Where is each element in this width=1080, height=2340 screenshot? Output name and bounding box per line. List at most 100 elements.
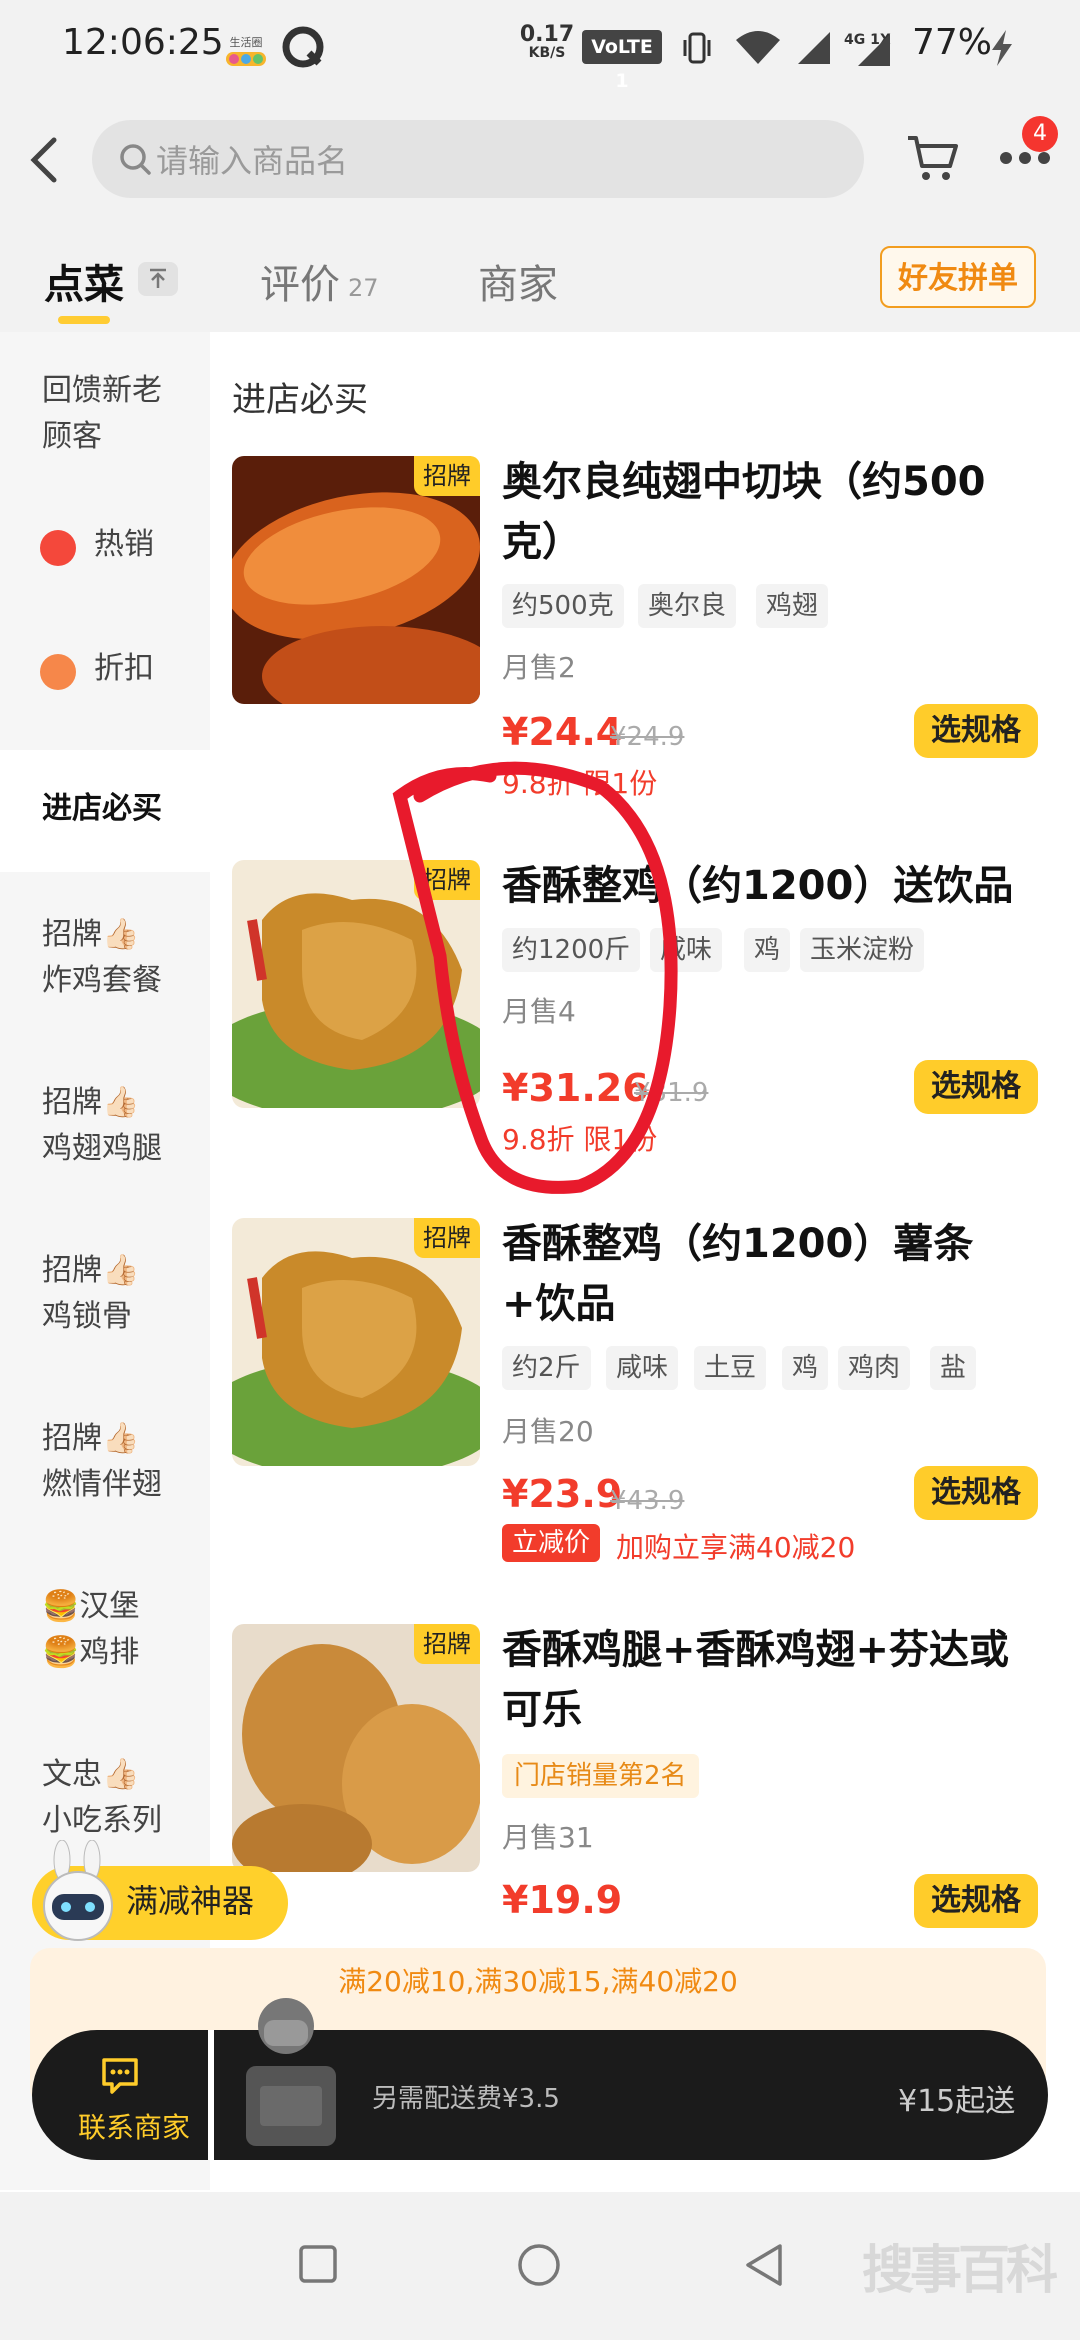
chat-icon <box>102 2058 138 2094</box>
status-time: 12:06:25 <box>62 22 224 63</box>
signal-4g-icon: 4G 1X <box>844 32 891 66</box>
sidebar-item-wings-legs[interactable]: 招牌👍🏻 鸡翅鸡腿 <box>0 1080 210 1180</box>
sidebar-item-label: 招牌👍🏻 <box>42 1085 140 1120</box>
product-price: ¥19.9 <box>502 1878 623 1922</box>
sidebar-item-label: 鸡锁骨 <box>42 1299 132 1334</box>
select-spec-button[interactable]: 选规格 <box>914 1060 1038 1114</box>
fire-icon <box>40 530 76 566</box>
signature-badge: 招牌 <box>414 1218 480 1258</box>
sidebar-item-label: 招牌👍🏻 <box>42 1253 140 1288</box>
product-title[interactable]: 香酥整鸡（约1200）送饮品 <box>502 856 1042 916</box>
sidebar-item-label: 🍔汉堡 <box>42 1589 140 1624</box>
product-title[interactable]: 香酥整鸡（约1200）薯条+饮品 <box>502 1214 1042 1334</box>
pin-top-icon[interactable] <box>138 262 178 296</box>
sidebar-item-discount[interactable]: 折扣 <box>0 646 210 696</box>
original-price: ¥31.9 <box>634 1078 709 1108</box>
signature-badge: 招牌 <box>414 456 480 496</box>
battery-percent: 77% <box>912 22 993 63</box>
courier-icon <box>246 1998 336 2146</box>
product-title[interactable]: 奥尔良纯翅中切块（约500克） <box>502 452 1042 572</box>
tab-order[interactable]: 点菜 <box>44 252 124 310</box>
sidebar-item-label: 招牌👍🏻 <box>42 917 140 952</box>
sidebar-item-label: 小吃系列 <box>42 1803 162 1838</box>
sidebar-item-label: 炸鸡套餐 <box>42 963 162 998</box>
search-placeholder: 请输入商品名 <box>156 142 349 180</box>
product-tag: 奥尔良 <box>638 584 737 628</box>
monthly-sales: 月售4 <box>502 995 576 1028</box>
delivery-fee: 另需配送费¥3.5 <box>372 2084 560 2114</box>
speed-value: 0.17 <box>519 22 575 47</box>
sidebar-item-burger[interactable]: 🍔汉堡 🍔鸡排 <box>0 1584 210 1684</box>
back-arrow-icon[interactable] <box>20 130 70 190</box>
product-tag: 鸡 <box>744 928 791 972</box>
select-spec-button[interactable]: 选规格 <box>914 704 1038 758</box>
life-circle-app-icon: 生活圈 <box>226 35 266 66</box>
sidebar-item-hot[interactable]: 热销 <box>0 522 210 572</box>
sidebar-item-collarbone[interactable]: 招牌👍🏻 鸡锁骨 <box>0 1248 210 1348</box>
vibrate-icon <box>683 32 711 64</box>
cart-icon[interactable] <box>906 132 960 184</box>
sidebar-item-label: 鸡翅鸡腿 <box>42 1131 162 1166</box>
original-price: ¥24.9 <box>610 722 685 752</box>
sidebar-item-wings-mix[interactable]: 招牌👍🏻 燃情伴翅 <box>0 1416 210 1516</box>
select-spec-button[interactable]: 选规格 <box>914 1466 1038 1520</box>
tab-reviews[interactable]: 评价 <box>260 252 340 310</box>
sidebar-item-label: 🍔鸡排 <box>42 1635 140 1670</box>
cart-bar-divider <box>208 2030 214 2160</box>
speed-unit: KB/S <box>528 45 566 61</box>
sidebar-item-chicken-combo[interactable]: 招牌👍🏻 炸鸡套餐 <box>0 912 210 1012</box>
charging-icon <box>992 30 1012 66</box>
network-speed: 0.17 KB/S <box>512 22 582 61</box>
sidebar-item-label: 进店必买 <box>42 791 162 826</box>
rabbit-mascot-icon <box>43 1840 113 1941</box>
app-icon-text: 生活圈 <box>230 35 263 49</box>
sidebar-item-label: 回馈新老 <box>42 373 162 408</box>
sidebar-item-feedback[interactable]: 回馈新老 顾客 <box>0 368 210 468</box>
product-tag: 土豆 <box>694 1346 767 1390</box>
discount-helper-label: 满减神器 <box>126 1882 255 1920</box>
sidebar-item-label: 热销 <box>94 527 154 562</box>
product-tag: 约500克 <box>502 584 624 628</box>
tab-merchant[interactable]: 商家 <box>478 252 558 310</box>
promo-text: 9.8折 限1份 <box>502 767 658 800</box>
sales-rank-tag: 门店销量第2名 <box>502 1754 699 1798</box>
discount-icon <box>40 654 76 690</box>
select-spec-button[interactable]: 选规格 <box>914 1874 1038 1928</box>
product-tag: 鸡肉 <box>838 1346 911 1390</box>
promo-text: 9.8折 限1份 <box>502 1123 658 1156</box>
sidebar-item-label: 顾客 <box>42 419 102 454</box>
sidebar-item-label: 折扣 <box>94 651 154 686</box>
volte-indicator: VoLTE 1 <box>582 30 662 92</box>
monthly-sales: 月售20 <box>502 1415 594 1448</box>
more-icon[interactable] <box>998 150 1052 166</box>
contact-merchant-button[interactable]: 联系商家 <box>78 2106 190 2146</box>
friend-group-order-button[interactable]: 好友拼单 <box>880 246 1036 308</box>
sidebar-item-label: 文忠👍🏻 <box>42 1757 140 1792</box>
product-price: ¥24.4 <box>502 710 623 754</box>
product-title[interactable]: 香酥鸡腿+香酥鸡翅+芬达或可乐 <box>502 1620 1042 1740</box>
monthly-sales: 月售2 <box>502 651 576 684</box>
notification-badge: 4 <box>1022 116 1058 152</box>
q-app-icon <box>282 26 324 68</box>
signal-icon <box>798 32 830 64</box>
product-price: ¥31.26 <box>502 1066 649 1110</box>
recent-apps-icon[interactable] <box>298 2244 338 2284</box>
home-icon[interactable] <box>516 2242 562 2288</box>
product-tag: 玉米淀粉 <box>800 928 925 972</box>
sidebar-item-must-buy[interactable]: 进店必买 <box>0 750 210 872</box>
sidebar-item-label: 招牌👍🏻 <box>42 1421 140 1456</box>
product-tag: 约1200斤 <box>502 928 641 972</box>
minimum-order: ¥15起送 <box>898 2084 1016 2119</box>
product-price: ¥23.9 <box>502 1472 623 1516</box>
product-tag: 鸡翅 <box>756 584 829 628</box>
sidebar-item-label: 燃情伴翅 <box>42 1467 162 1502</box>
sidebar-item-snacks[interactable]: 文忠👍🏻 小吃系列 <box>0 1752 210 1852</box>
nav-back-icon[interactable] <box>742 2242 786 2288</box>
promo-banner-text: 满20减10,满30减15,满40减20 <box>338 1965 738 1998</box>
signature-badge: 招牌 <box>414 860 480 900</box>
active-tab-indicator <box>58 316 110 324</box>
reviews-count: 27 <box>348 274 379 302</box>
product-tag: 鸡 <box>782 1346 829 1390</box>
signature-badge: 招牌 <box>414 1624 480 1664</box>
product-tag: 咸味 <box>650 928 723 972</box>
